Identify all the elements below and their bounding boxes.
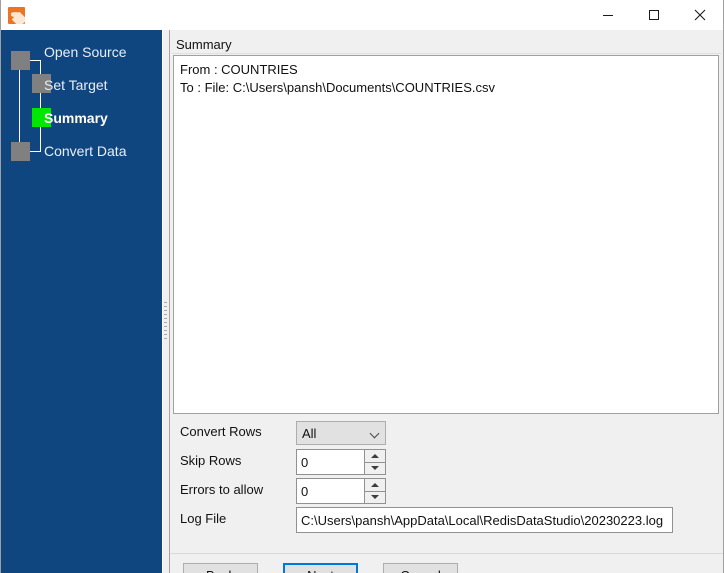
step-label-convert-data: Convert Data (44, 143, 127, 159)
label-skip-rows: Skip Rows (180, 453, 242, 468)
step-label-summary: Summary (44, 110, 108, 126)
cancel-button[interactable]: Cancel (383, 563, 458, 573)
step-node-open-source (11, 51, 30, 70)
errors-to-allow-input[interactable] (297, 479, 365, 503)
label-errors-to-allow: Errors to allow (180, 482, 264, 497)
errors-to-allow-increment-button[interactable] (364, 479, 385, 492)
skip-rows-control (296, 449, 386, 475)
log-file-input[interactable] (296, 507, 673, 533)
errors-to-allow-control (296, 478, 386, 504)
triangle-down-icon (371, 466, 379, 471)
summary-textarea[interactable]: From : COUNTRIES To : File: C:\Users\pan… (173, 55, 719, 414)
minimize-button[interactable] (585, 0, 631, 30)
step-label-set-target: Set Target (44, 77, 108, 93)
row-skip-rows: Skip Rows (173, 449, 719, 475)
app-icon (1, 0, 31, 30)
connector-convert-data (29, 151, 41, 152)
header-divider (172, 53, 721, 54)
triangle-up-icon (371, 453, 379, 458)
back-button[interactable]: Back (183, 563, 258, 573)
splitter-edge-left (162, 30, 163, 573)
window-title (31, 0, 585, 30)
close-button[interactable] (677, 0, 723, 30)
skip-rows-stepper (364, 450, 385, 474)
summary-line-from: From : COUNTRIES (180, 62, 298, 77)
summary-group-title: Summary (176, 37, 232, 52)
errors-to-allow-decrement-button[interactable] (364, 491, 385, 503)
label-convert-rows: Convert Rows (180, 424, 262, 439)
connector-open-source (29, 60, 41, 61)
splitter-grip-icon (164, 302, 167, 342)
step-label-open-source: Open Source (44, 44, 127, 60)
step-node-convert-data (11, 142, 30, 161)
skip-rows-input[interactable] (297, 450, 365, 474)
wizard-steps-sidebar: Open Source Set Target Summary Convert D… (1, 30, 162, 573)
summary-line-to: To : File: C:\Users\pansh\Documents\COUN… (180, 80, 495, 95)
row-errors-to-allow: Errors to allow (173, 478, 719, 504)
convert-rows-select[interactable]: All (296, 421, 386, 445)
next-button[interactable]: Next (283, 563, 358, 573)
panel-splitter[interactable] (162, 30, 170, 573)
row-convert-rows: Convert Rows All (173, 420, 719, 446)
maximize-button[interactable] (631, 0, 677, 30)
label-log-file: Log File (180, 511, 227, 526)
skip-rows-decrement-button[interactable] (364, 462, 385, 474)
skip-rows-increment-button[interactable] (364, 450, 385, 463)
errors-to-allow-stepper (364, 479, 385, 503)
connector-vertical-outer (19, 60, 20, 151)
conversion-options-form: Convert Rows All Skip Rows 0 Errors to a… (173, 420, 719, 546)
database-edit-icon (7, 6, 25, 24)
dialog-button-bar: Back Next Cancel (170, 554, 723, 573)
log-file-control (296, 507, 724, 533)
title-bar (1, 0, 723, 30)
summary-group-header: Summary (172, 35, 721, 54)
triangle-up-icon (371, 482, 379, 487)
main-panel: Summary From : COUNTRIES To : File: C:\U… (170, 30, 723, 573)
convert-rows-control: All (296, 421, 386, 445)
wizard-window: Open Source Set Target Summary Convert D… (0, 0, 724, 573)
triangle-down-icon (371, 495, 379, 500)
row-log-file: Log File (173, 507, 719, 533)
